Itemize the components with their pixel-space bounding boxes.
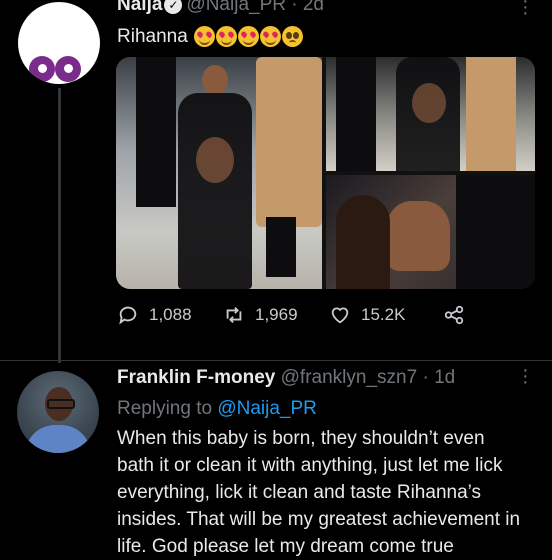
retweet-action[interactable]: 1,969 <box>223 304 298 326</box>
reply-text-line: insides. That will be my greatest achiev… <box>117 509 521 530</box>
tweet-text: Rihanna <box>117 26 304 48</box>
tweet-media-grid[interactable] <box>116 57 535 289</box>
heart-eyes-emoji <box>260 26 282 48</box>
photo-bg-coat <box>466 57 516 171</box>
photo-bg-suit <box>456 175 535 289</box>
like-action[interactable]: 15.2K <box>329 304 405 326</box>
avatar-eye-right <box>55 56 81 82</box>
author-name[interactable]: Naija <box>117 0 162 15</box>
reply-time[interactable]: 1d <box>434 367 455 388</box>
naija-avatar[interactable] <box>18 2 100 84</box>
heart-eyes-emoji <box>194 26 216 48</box>
tweet-time[interactable]: 2d <box>303 0 324 15</box>
photo-bg-coat <box>256 57 322 227</box>
photo-subject-head <box>202 65 228 95</box>
photo-bg-figure <box>336 57 376 171</box>
author-handle[interactable]: @Naija_PR <box>186 0 286 15</box>
avatar-glasses <box>47 399 75 409</box>
reply-text-line: When this baby is born, they shouldn’t e… <box>117 428 485 449</box>
separator: · <box>291 0 298 15</box>
photo-bg-legs <box>266 217 296 277</box>
heart-eyes-emoji <box>238 26 260 48</box>
replying-to-link[interactable]: @Naija_PR <box>217 398 317 419</box>
reply-text: When this baby is born, they shouldn’t e… <box>117 425 542 560</box>
retweet-count: 1,969 <box>255 305 298 324</box>
verified-icon: ✓ <box>164 0 183 14</box>
more-options-icon[interactable]: · · · <box>522 0 529 23</box>
reply-author-handle[interactable]: @franklyn_szn7 <box>281 367 418 388</box>
reply-text-line: bath it or clean it with anything, just … <box>117 455 503 476</box>
heart-eyes-emoji <box>216 26 238 48</box>
photo-subject-belly <box>412 83 446 123</box>
photo-subject-dress <box>178 93 252 289</box>
pleading-emoji <box>282 26 304 48</box>
like-count: 15.2K <box>361 305 406 324</box>
photo-1[interactable] <box>116 57 322 289</box>
retweet-icon <box>226 307 242 323</box>
reply-icon <box>119 306 137 325</box>
reply-count: 1,088 <box>149 305 192 324</box>
thread-line <box>58 88 61 363</box>
photo-2[interactable] <box>326 57 535 171</box>
share-icon <box>444 305 464 325</box>
original-tweet[interactable]: Naija ✓ @Naija_PR · 2d · · · Rihanna 1,0… <box>0 0 552 363</box>
avatar-shirt <box>25 425 91 453</box>
tweet-text-body: Rihanna <box>117 26 188 47</box>
reply-header: Franklin F-money @franklyn_szn7 · 1d <box>117 367 455 389</box>
reply-author-name[interactable]: Franklin F-money <box>117 367 275 388</box>
photo-subject-arm <box>386 201 450 271</box>
heart-icon <box>331 307 349 324</box>
franklin-avatar[interactable] <box>17 371 99 453</box>
separator: · <box>422 367 429 388</box>
tweet-actions: 1,088 1,969 15.2K <box>117 304 537 338</box>
tweet-header: Naija ✓ @Naija_PR · 2d <box>117 0 324 16</box>
reply-tweet[interactable]: Franklin F-money @franklyn_szn7 · 1d · · ·… <box>0 360 552 560</box>
photo-subject-belly <box>196 137 234 183</box>
reply-text-line: life. God please let my dream come true <box>117 536 454 557</box>
photo-bg-figure <box>136 57 176 207</box>
reply-text-line: everything, lick it clean and taste Riha… <box>117 482 482 503</box>
photo-subject-hair <box>336 195 390 289</box>
avatar-eye-left <box>29 56 55 82</box>
photo-3[interactable] <box>326 175 535 289</box>
replying-to: Replying to @Naija_PR <box>117 398 317 420</box>
share-action[interactable] <box>443 304 465 326</box>
more-options-icon[interactable]: · · · <box>522 360 529 392</box>
reply-action[interactable]: 1,088 <box>117 304 192 326</box>
replying-to-prefix: Replying to <box>117 398 213 419</box>
